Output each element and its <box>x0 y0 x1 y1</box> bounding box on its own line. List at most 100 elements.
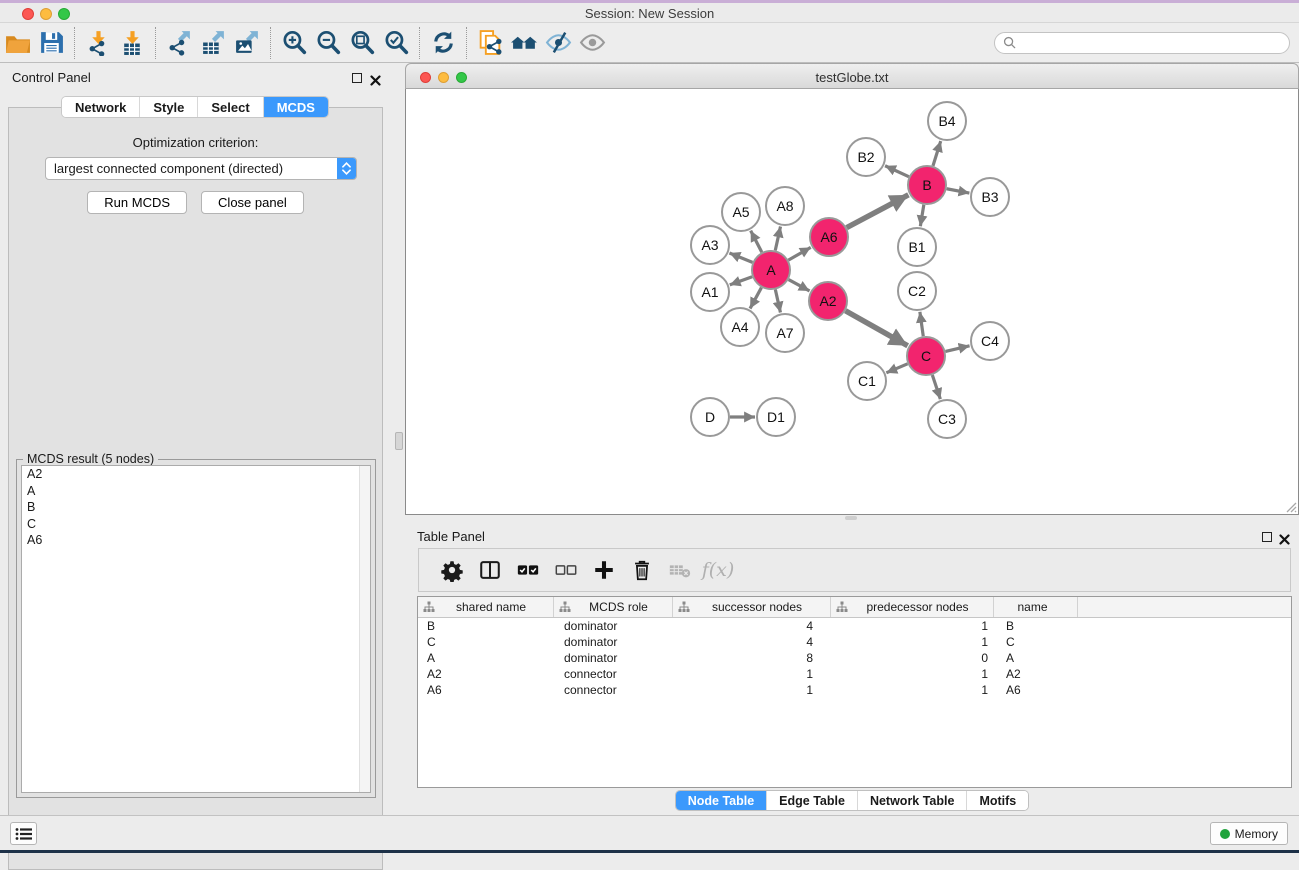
table-row[interactable]: Bdominator41B <box>418 618 1291 634</box>
cell-name[interactable]: B <box>994 619 1078 633</box>
edge-A-A1[interactable] <box>730 277 752 285</box>
network-window-titlebar[interactable]: testGlobe.txt <box>405 63 1299 89</box>
node-C2[interactable]: C2 <box>898 272 936 310</box>
result-scrollbar[interactable] <box>359 466 370 792</box>
cell-successor_nodes[interactable]: 8 <box>673 651 831 665</box>
cell-shared_name[interactable]: B <box>418 619 554 633</box>
cell-successor_nodes[interactable]: 4 <box>673 619 831 633</box>
save-session-icon[interactable] <box>34 26 68 60</box>
tab-edge-table[interactable]: Edge Table <box>767 791 858 810</box>
import-table-icon[interactable] <box>115 26 149 60</box>
edge-C-C4[interactable] <box>945 346 969 352</box>
show-graphics-icon[interactable] <box>575 26 609 60</box>
mcds-result-item[interactable]: B <box>22 499 370 516</box>
cell-mcds_role[interactable]: dominator <box>554 651 673 665</box>
node-C1[interactable]: C1 <box>848 362 886 400</box>
search-field[interactable] <box>994 32 1290 54</box>
run-mcds-button[interactable]: Run MCDS <box>87 191 187 214</box>
table-row[interactable]: A6connector11A6 <box>418 682 1291 698</box>
edge-A-A7[interactable] <box>775 290 780 313</box>
float-table-panel-icon[interactable] <box>1262 532 1272 542</box>
tab-mcds[interactable]: MCDS <box>264 97 328 117</box>
delete-table-icon[interactable] <box>661 555 699 585</box>
function-icon[interactable]: f(x) <box>699 555 737 585</box>
column-header-predecessor-nodes[interactable]: predecessor nodes <box>831 597 994 617</box>
edge-B-B4[interactable] <box>933 141 941 166</box>
export-image-icon[interactable] <box>230 26 264 60</box>
node-C[interactable]: C <box>907 337 945 375</box>
column-header-MCDS-role[interactable]: MCDS role <box>554 597 673 617</box>
column-icon[interactable] <box>471 555 509 585</box>
edge-A2-C[interactable] <box>845 311 907 346</box>
float-panel-icon[interactable] <box>352 73 362 83</box>
cell-shared_name[interactable]: A <box>418 651 554 665</box>
cell-successor_nodes[interactable]: 1 <box>673 683 831 697</box>
select-all-icon[interactable] <box>509 555 547 585</box>
vertical-split-handle[interactable] <box>395 432 403 450</box>
zoom-in-icon[interactable] <box>277 26 311 60</box>
open-session-icon[interactable] <box>0 26 34 60</box>
edge-C-C3[interactable] <box>932 375 940 399</box>
cell-predecessor_nodes[interactable]: 1 <box>831 667 994 681</box>
cell-name[interactable]: A2 <box>994 667 1078 681</box>
cell-shared_name[interactable]: C <box>418 635 554 649</box>
network-canvas[interactable]: AA1A2A3A4A5A6A7A8BB1B2B3B4CC1C2C3C4DD1 <box>405 89 1299 515</box>
node-B4[interactable]: B4 <box>928 102 966 140</box>
column-header-shared-name[interactable]: shared name <box>418 597 554 617</box>
node-A1[interactable]: A1 <box>691 273 729 311</box>
cell-shared_name[interactable]: A6 <box>418 683 554 697</box>
edge-A-A8[interactable] <box>775 227 780 251</box>
refresh-icon[interactable] <box>426 26 460 60</box>
cell-successor_nodes[interactable]: 4 <box>673 635 831 649</box>
mcds-result-item[interactable]: A2 <box>22 466 370 483</box>
deselect-all-icon[interactable] <box>547 555 585 585</box>
node-C3[interactable]: C3 <box>928 400 966 438</box>
tab-network[interactable]: Network <box>62 97 140 117</box>
panel-list-button[interactable] <box>10 822 37 845</box>
home-icon[interactable] <box>507 26 541 60</box>
edge-B-B2[interactable] <box>885 166 909 177</box>
node-D[interactable]: D <box>691 398 729 436</box>
tab-select[interactable]: Select <box>198 97 263 117</box>
cell-name[interactable]: A <box>994 651 1078 665</box>
edge-A-A3[interactable] <box>729 253 752 262</box>
search-input[interactable] <box>1020 34 1289 52</box>
table-row[interactable]: Adominator80A <box>418 650 1291 666</box>
table-row[interactable]: A2connector11A2 <box>418 666 1291 682</box>
node-C4[interactable]: C4 <box>971 322 1009 360</box>
tab-motifs[interactable]: Motifs <box>967 791 1028 810</box>
zoom-fit-icon[interactable] <box>345 26 379 60</box>
edge-C-C2[interactable] <box>920 312 923 336</box>
node-A8[interactable]: A8 <box>766 187 804 225</box>
tab-network-table[interactable]: Network Table <box>858 791 968 810</box>
zoom-out-icon[interactable] <box>311 26 345 60</box>
delete-icon[interactable] <box>623 555 661 585</box>
add-icon[interactable] <box>585 555 623 585</box>
cell-shared_name[interactable]: A2 <box>418 667 554 681</box>
cell-successor_nodes[interactable]: 1 <box>673 667 831 681</box>
close-panel-button[interactable]: Close panel <box>201 191 304 214</box>
node-A[interactable]: A <box>752 251 790 289</box>
node-A5[interactable]: A5 <box>722 193 760 231</box>
memory-button[interactable]: Memory <box>1210 822 1288 845</box>
criterion-dropdown[interactable]: largest connected component (directed) <box>45 157 357 180</box>
node-A2[interactable]: A2 <box>809 282 847 320</box>
horizontal-split-handle[interactable] <box>845 516 857 520</box>
import-network-icon[interactable] <box>81 26 115 60</box>
cell-mcds_role[interactable]: dominator <box>554 635 673 649</box>
cell-predecessor_nodes[interactable]: 1 <box>831 635 994 649</box>
node-A3[interactable]: A3 <box>691 226 729 264</box>
resize-grip-icon[interactable] <box>1283 499 1297 513</box>
cell-predecessor_nodes[interactable]: 0 <box>831 651 994 665</box>
edge-B-B3[interactable] <box>947 189 970 193</box>
cell-predecessor_nodes[interactable]: 1 <box>831 683 994 697</box>
export-table-icon[interactable] <box>196 26 230 60</box>
edge-A-A6[interactable] <box>788 247 810 260</box>
edge-A-A4[interactable] <box>750 288 761 309</box>
node-A4[interactable]: A4 <box>721 308 759 346</box>
hide-graphics-icon[interactable] <box>541 26 575 60</box>
node-B2[interactable]: B2 <box>847 138 885 176</box>
column-header-successor-nodes[interactable]: successor nodes <box>673 597 831 617</box>
open-doc-network-icon[interactable] <box>473 26 507 60</box>
mcds-result-item[interactable]: C <box>22 516 370 533</box>
